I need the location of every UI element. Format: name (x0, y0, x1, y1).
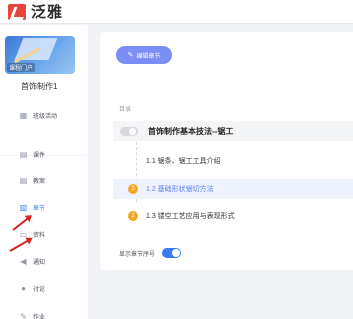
section-title: 1.1 锯条、锯工工具介绍 (146, 158, 221, 165)
sidebar-item-homework[interactable]: ✎ 作业 (0, 305, 88, 319)
section-row[interactable]: 1.1 锯条、锯工工具介绍 (113, 151, 353, 171)
show-numbering-label: 显示章节序号 (119, 251, 156, 258)
show-numbering-toggle[interactable] (162, 248, 182, 258)
app-logo-icon[interactable] (8, 3, 26, 20)
section-title: 1.2 基础形状锯切方法 (146, 186, 214, 193)
sidebar-item-label: 教案 (33, 178, 46, 185)
toc-label: 目录 (119, 107, 132, 113)
book-icon: ▥ (19, 202, 28, 212)
sidebar-item-chapters[interactable]: ▥ 章节 (0, 196, 88, 218)
edit-icon: ✎ (127, 52, 134, 59)
section-badge: 2 (128, 211, 138, 221)
chapter-row[interactable]: 首饰制作基本技法--锯工 (113, 121, 353, 141)
chapter-toggle[interactable] (120, 126, 138, 136)
course-portal-tag[interactable]: 课程门户 (7, 63, 36, 72)
sidebar-item-label: 作业 (33, 314, 46, 319)
edit-chapters-label: 编辑章节 (136, 53, 161, 60)
show-numbering-setting: 显示章节序号 (119, 248, 182, 258)
section-badge (128, 156, 138, 166)
sidebar-item-notices[interactable]: ◀ 通知 (0, 250, 88, 272)
edit-chapters-button[interactable]: ✎ 编辑章节 (116, 46, 172, 64)
sidebar-item-label: 资料 (33, 232, 46, 239)
edit-icon: ✎ (20, 311, 27, 319)
sidebar-item-courseware[interactable]: ▤ 课件 (0, 143, 88, 165)
sidebar-item-materials[interactable]: ▭ 资料 (0, 223, 88, 245)
sidebar-item-label: 课件 (33, 152, 46, 159)
section-title: 1.3 镂空工艺应用与表现形式 (146, 213, 235, 220)
grid-icon: ▦ (19, 110, 28, 120)
section-badge: 3 (128, 184, 138, 194)
doc-icon: ▤ (19, 175, 28, 185)
sidebar-item-lesson-plan[interactable]: ▤ 教案 (0, 169, 88, 191)
chat-icon: ● (21, 283, 26, 293)
sidebar-item-label: 讨论 (33, 286, 46, 293)
sidebar-item-class-activity[interactable]: ▦ 班级活动 (0, 104, 88, 126)
section-row[interactable]: 3 1.2 基础形状锯切方法 (113, 179, 353, 199)
sidebar-item-label: 通知 (33, 259, 46, 266)
app-name: 泛雅 (31, 4, 64, 21)
course-cover-image[interactable]: 课程门户 (5, 36, 75, 74)
speaker-icon: ◀ (20, 256, 27, 266)
chapter-title: 首饰制作基本技法--锯工 (148, 126, 234, 136)
section-row[interactable]: 2 1.3 镂空工艺应用与表现形式 (113, 206, 353, 226)
sidebar: 课程门户 首饰制作1 ▦ 班级活动 ▤ 课件 ▤ 教案 ▥ 章节 ▭ 资料 ◀ … (0, 25, 88, 319)
course-name: 首饰制作1 (21, 82, 58, 91)
doc-icon: ▤ (19, 149, 28, 159)
sidebar-item-label: 班级活动 (33, 113, 58, 120)
sidebar-item-discussion[interactable]: ● 讨论 (0, 277, 88, 299)
sidebar-item-label: 章节 (33, 205, 46, 212)
top-bar: 泛雅 (0, 0, 353, 24)
